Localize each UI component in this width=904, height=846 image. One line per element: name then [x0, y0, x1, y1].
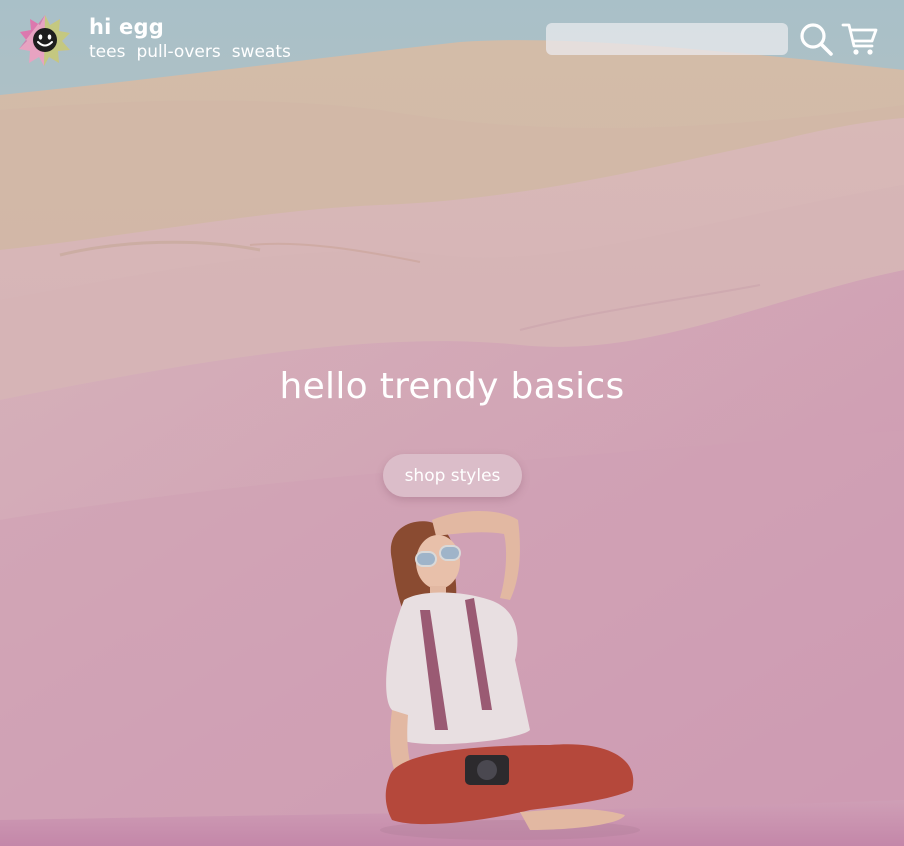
nav-link-pull-overs[interactable]: pull-overs	[136, 42, 220, 62]
hero-headline: hello trendy basics	[279, 366, 625, 407]
brand-name[interactable]: hi egg	[89, 15, 164, 39]
shop-styles-button[interactable]: shop styles	[383, 454, 522, 497]
hero-section: hi egg tees pull-overs sweats hello tren…	[0, 0, 904, 846]
cart-icon[interactable]	[841, 20, 879, 58]
model-photo	[380, 511, 640, 840]
search-input[interactable]	[546, 23, 788, 55]
site-header: hi egg tees pull-overs sweats	[0, 0, 904, 80]
nav-link-tees[interactable]: tees	[89, 42, 125, 62]
sun-smiley-icon[interactable]	[18, 13, 72, 67]
search-icon[interactable]	[797, 20, 835, 58]
nav-link-sweats[interactable]: sweats	[232, 42, 291, 62]
main-nav: tees pull-overs sweats	[89, 42, 291, 62]
